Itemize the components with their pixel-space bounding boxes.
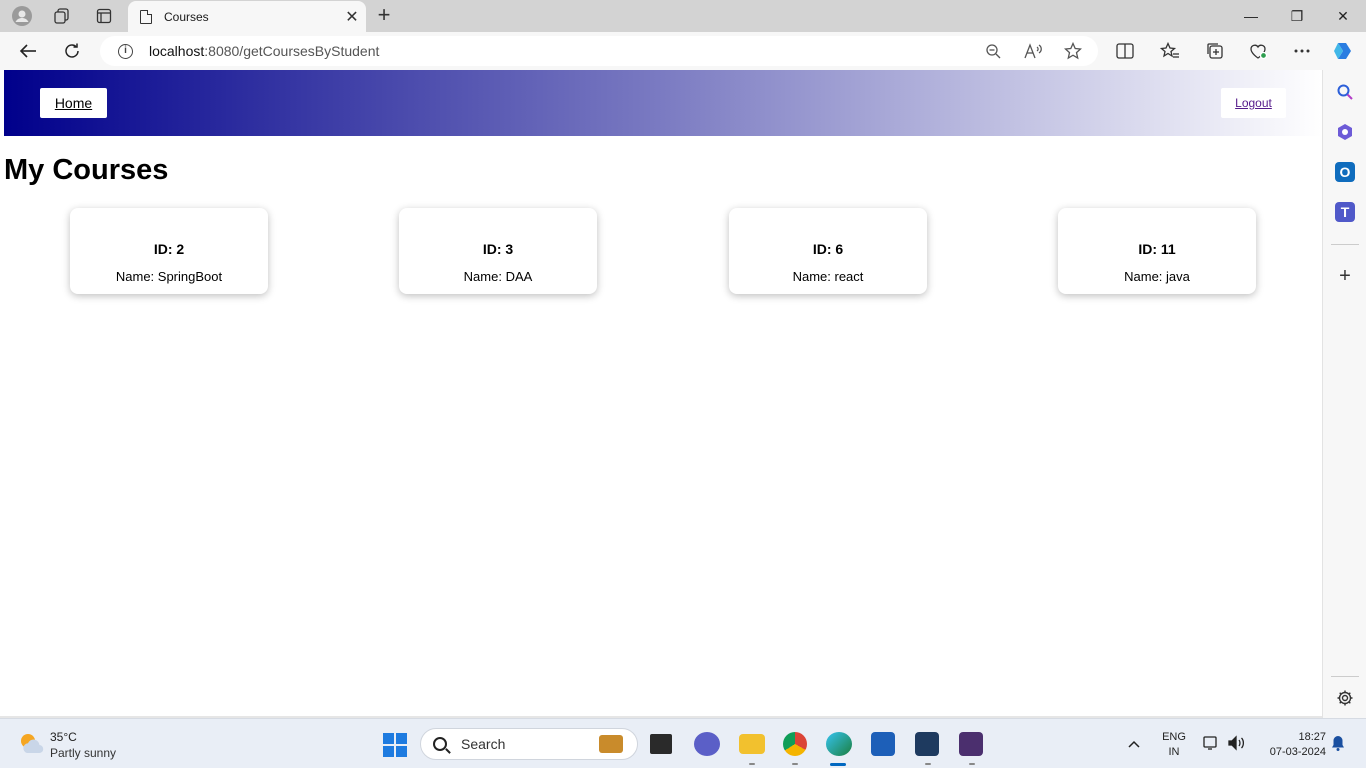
vscode-icon[interactable] <box>915 732 939 756</box>
window-close-button[interactable]: ✕ <box>1320 0 1366 32</box>
sidebar-divider <box>1331 244 1359 245</box>
home-link[interactable]: Home <box>40 88 107 118</box>
windows-taskbar: 35°C Partly sunny Search ENG IN 18:27 07… <box>0 718 1366 768</box>
search-icon <box>433 737 447 751</box>
settings-gear-icon[interactable] <box>1335 688 1355 708</box>
browser-essentials-icon[interactable] <box>1246 40 1270 62</box>
browser-tab-strip: Courses ✕ + — ❐ ✕ <box>0 0 1366 32</box>
task-view-icon[interactable] <box>650 734 672 754</box>
address-bar[interactable]: i localhost:8080/getCoursesByStudent <box>100 36 1098 66</box>
logout-link[interactable]: Logout <box>1221 88 1286 118</box>
start-button[interactable] <box>383 733 407 757</box>
edge-icon[interactable] <box>826 732 852 756</box>
chevron-up-icon[interactable] <box>1128 735 1140 751</box>
weather-temperature[interactable]: 35°C <box>50 730 77 744</box>
collections-icon[interactable] <box>1203 40 1227 62</box>
running-indicator <box>749 763 755 765</box>
windows-logo-tile <box>383 746 394 757</box>
course-name: Name: java <box>1124 269 1190 284</box>
windows-logo-tile <box>383 733 394 744</box>
more-options-icon[interactable] <box>1290 40 1314 62</box>
search-placeholder: Search <box>461 736 506 752</box>
clock-time: 18:27 <box>1298 731 1326 743</box>
ide-icon[interactable] <box>959 732 983 756</box>
notification-bell-icon[interactable] <box>1331 735 1345 755</box>
back-button[interactable] <box>14 38 42 64</box>
running-indicator <box>969 763 975 765</box>
close-tab-icon[interactable]: ✕ <box>344 7 360 27</box>
browser-tab-courses[interactable]: Courses ✕ <box>128 1 366 32</box>
split-screen-icon[interactable] <box>1113 40 1137 62</box>
read-aloud-icon[interactable] <box>1022 41 1044 61</box>
clock-date: 07-03-2024 <box>1269 746 1326 758</box>
taskbar-search[interactable]: Search <box>420 728 638 760</box>
system-clock[interactable]: 18:27 07-03-2024 <box>1256 730 1326 760</box>
course-card: ID: 6 Name: react <box>729 208 927 294</box>
windows-logo-tile <box>396 746 407 757</box>
network-icon[interactable] <box>1202 735 1220 755</box>
page-title: My Courses <box>4 154 169 186</box>
page-content: Home Logout My Courses ID: 2 Name: Sprin… <box>4 70 1322 716</box>
tab-title: Courses <box>164 9 209 24</box>
workspaces-icon[interactable] <box>48 4 76 28</box>
sidebar-divider <box>1331 676 1359 677</box>
course-card: ID: 3 Name: DAA <box>399 208 597 294</box>
course-name: Name: DAA <box>463 269 533 284</box>
search-icon[interactable] <box>1335 82 1355 102</box>
top-navbar: Home Logout <box>4 70 1322 136</box>
windows-logo-tile <box>396 733 407 744</box>
page-icon <box>140 9 152 24</box>
search-highlight-icon <box>599 735 623 753</box>
favorite-star-icon[interactable] <box>1062 41 1084 61</box>
profile-icon[interactable] <box>8 4 36 28</box>
volume-icon[interactable] <box>1227 735 1245 755</box>
edge-sidebar: O T + <box>1322 70 1366 718</box>
weather-icon[interactable] <box>18 731 44 755</box>
site-info-icon[interactable]: i <box>118 43 133 59</box>
chrome-icon[interactable] <box>783 732 807 756</box>
restore-button[interactable]: ❐ <box>1274 0 1320 32</box>
language-indicator[interactable]: ENG IN <box>1162 730 1186 760</box>
add-icon[interactable]: + <box>1335 265 1355 287</box>
copilot-apps-icon[interactable] <box>1335 122 1355 142</box>
refresh-button[interactable] <box>58 38 86 64</box>
active-app-indicator <box>830 763 846 766</box>
course-id: ID: 2 <box>153 241 185 257</box>
copilot-icon[interactable] <box>1331 40 1355 62</box>
language-code: ENG <box>1162 731 1186 743</box>
file-explorer-icon[interactable] <box>739 734 765 754</box>
course-card: ID: 2 Name: SpringBoot <box>70 208 268 294</box>
course-id: ID: 3 <box>482 241 514 257</box>
tab-actions-icon[interactable] <box>90 4 118 28</box>
course-name: Name: react <box>792 269 864 284</box>
course-id: ID: 11 <box>1138 241 1176 257</box>
favorites-icon[interactable] <box>1158 40 1182 62</box>
zoom-out-icon[interactable] <box>982 41 1004 61</box>
course-id: ID: 6 <box>812 241 844 257</box>
weather-description[interactable]: Partly sunny <box>50 746 116 760</box>
new-tab-button[interactable]: + <box>372 4 396 28</box>
outlook-icon[interactable]: O <box>1335 162 1355 182</box>
course-card: ID: 11 Name: java <box>1058 208 1256 294</box>
running-indicator <box>925 763 931 765</box>
course-name: Name: SpringBoot <box>115 269 223 284</box>
store-icon[interactable] <box>871 732 895 756</box>
teams-icon[interactable]: T <box>1335 202 1355 222</box>
chat-icon[interactable] <box>694 732 720 756</box>
url-text: localhost:8080/getCoursesByStudent <box>149 43 380 59</box>
region-code: IN <box>1168 746 1180 758</box>
running-indicator <box>792 763 798 765</box>
browser-toolbar: i localhost:8080/getCoursesByStudent <box>0 32 1366 70</box>
minimize-button[interactable]: — <box>1228 0 1274 32</box>
